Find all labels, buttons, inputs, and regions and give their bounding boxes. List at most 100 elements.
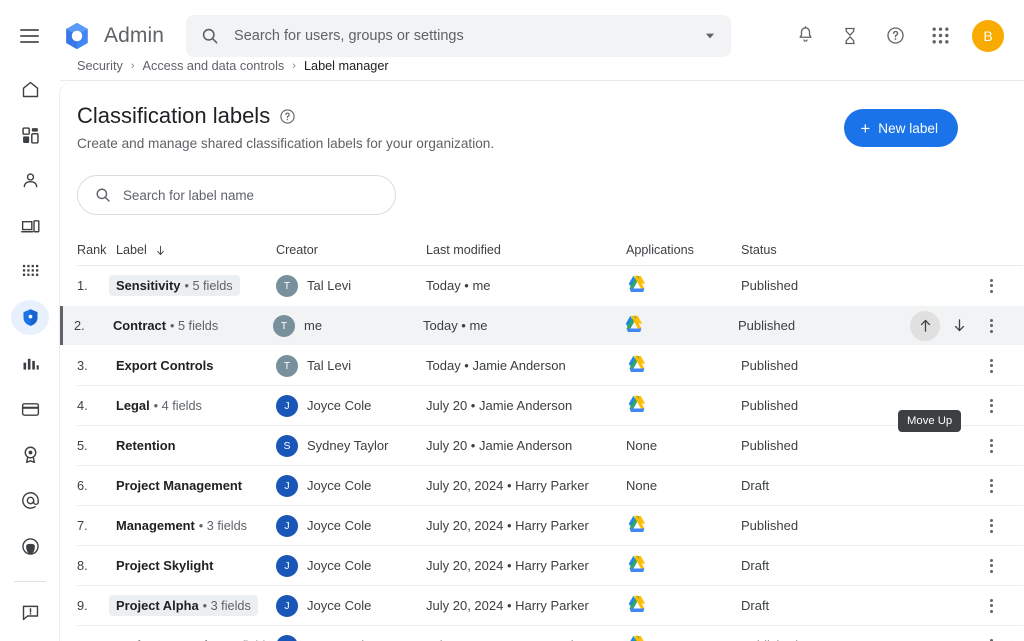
row-status-cell: Draft <box>741 598 891 613</box>
column-header-status[interactable]: Status <box>741 243 891 257</box>
row-label-cell: Project Yosemite• 4 fields <box>116 635 276 641</box>
row-more-options-button[interactable] <box>978 273 1004 299</box>
at-sign-icon <box>21 491 39 509</box>
help-circle-icon[interactable] <box>880 21 910 51</box>
label-search-input[interactable] <box>123 187 379 203</box>
row-more-options-button[interactable] <box>978 553 1004 579</box>
table-row[interactable]: 5. Retention S Sydney Taylor July 20 • Jamie… <box>60 426 1024 465</box>
table-row[interactable]: 2. Contract • 5 fields Tme Today • me Publish… <box>60 306 1024 345</box>
page-title: Classification labels <box>77 103 271 128</box>
move-up-tooltip: Move Up <box>898 410 962 432</box>
row-more-options-button[interactable] <box>978 593 1004 619</box>
global-search-box[interactable] <box>186 14 732 57</box>
row-more-options-button[interactable] <box>978 433 1004 459</box>
column-header-label-text: Label <box>116 243 147 257</box>
row-actions-cell <box>891 593 1024 619</box>
status-badge: Published <box>741 518 799 533</box>
table-row[interactable]: 7. Management • 3 fields J Joyce Cole July 20… <box>60 506 1024 545</box>
last-modified-text: July 20 • Jamie Anderson <box>426 398 573 413</box>
google-drive-icon <box>628 275 646 292</box>
table-row[interactable]: 8. Project Skylight J Joyce Cole July 20, 20… <box>60 546 1024 585</box>
new-label-button[interactable]: + New label <box>844 109 958 147</box>
column-header-creator[interactable]: Creator <box>276 243 426 257</box>
creator-name: me <box>304 318 323 333</box>
move-up-button[interactable] <box>910 310 940 341</box>
row-more-options-button[interactable] <box>978 633 1004 641</box>
last-modified-text: Today • me <box>426 278 491 293</box>
sidebar-item-apps[interactable] <box>11 255 49 290</box>
sidebar-item-directory[interactable] <box>11 163 49 198</box>
row-label-cell: Project Management <box>116 475 276 496</box>
row-more-options-button[interactable] <box>978 513 1004 539</box>
row-applications-cell <box>626 274 741 297</box>
table-row[interactable]: 10.Project Yosemite• 4 fieldsJJoyce Cole… <box>60 626 1024 641</box>
row-more-options-button[interactable] <box>978 393 1004 419</box>
hourglass-icon[interactable] <box>835 21 865 51</box>
row-applications-cell: None <box>626 438 741 453</box>
avatar: J <box>276 594 298 617</box>
table-row[interactable]: 4. Legal • 4 fields J Joyce Cole July 20 • Ja… <box>60 386 1024 425</box>
sidebar-item-send-feedback[interactable] <box>11 595 49 630</box>
label-name: Management <box>116 518 195 533</box>
last-modified-text: July 20 • Jamie Anderson <box>426 438 573 453</box>
status-badge: Published <box>741 278 799 293</box>
sidebar-item-security[interactable] <box>11 300 49 336</box>
row-actions-cell <box>891 273 1024 299</box>
label-chip: Retention <box>109 435 182 456</box>
table-row[interactable]: 1. Sensitivity • 5 fields T Tal Levi Today • … <box>60 266 1024 305</box>
row-more-options-button[interactable] <box>978 353 1004 379</box>
column-header-last-modified[interactable]: Last modified <box>426 243 626 257</box>
row-more-options-button[interactable] <box>978 473 1004 499</box>
move-down-button[interactable] <box>944 311 974 341</box>
creator-name: Joyce Cole <box>307 518 372 533</box>
label-name: Retention <box>116 438 176 453</box>
row-creator-cell: J Joyce Cole <box>276 514 426 537</box>
label-name: Project Alpha <box>116 598 199 613</box>
page-header: Classification labels Create and manage … <box>60 81 1024 151</box>
avatar[interactable]: B <box>972 19 1004 52</box>
sidebar-item-devices[interactable] <box>11 209 49 244</box>
table-row[interactable]: 3. Export Controls T Tal Levi Today • Jamie … <box>60 346 1024 385</box>
label-search-box[interactable] <box>77 175 396 215</box>
column-header-applications[interactable]: Applications <box>626 243 741 257</box>
global-search-input[interactable] <box>234 27 704 44</box>
last-modified-text: July 20, 2024 • Harry Parker <box>426 558 589 573</box>
sidebar-item-billing[interactable] <box>11 392 49 427</box>
row-last-modified-cell: July 20, 2024 • Harry Parker <box>426 518 626 533</box>
search-icon <box>96 188 110 202</box>
column-header-rank[interactable]: Rank <box>77 243 116 257</box>
sidebar-item-chrome[interactable] <box>11 529 49 564</box>
sidebar-item-reporting[interactable] <box>11 346 49 381</box>
help-circle-icon[interactable] <box>279 108 296 125</box>
row-label-cell: Contract • 5 fields <box>113 315 273 336</box>
breadcrumb-item-access-and-data-controls[interactable]: Access and data controls <box>143 59 285 73</box>
sidebar-item-home[interactable] <box>11 72 49 107</box>
status-badge: Published <box>741 358 799 373</box>
table-row[interactable]: 6. Project Management J Joyce Cole July 20, … <box>60 466 1024 505</box>
row-label-cell: Project Skylight <box>116 555 276 576</box>
breadcrumb-current-label-manager: Label manager <box>303 59 389 73</box>
table-row[interactable]: 9. Project Alpha • 3 fields J Joyce Cole July… <box>60 586 1024 625</box>
column-header-label[interactable]: Label <box>116 243 276 257</box>
top-bar-icons: B <box>790 19 1008 52</box>
hamburger-icon[interactable] <box>20 24 44 48</box>
search-icon <box>202 28 218 43</box>
chevron-down-icon[interactable] <box>703 29 717 43</box>
row-label-cell: Legal • 4 fields <box>116 395 276 416</box>
apps-grid-icon[interactable] <box>925 21 955 51</box>
google-drive-icon <box>625 315 643 332</box>
brand[interactable]: Admin <box>62 21 164 51</box>
creator-name: Sydney Taylor <box>307 438 389 453</box>
row-applications-cell <box>626 594 741 617</box>
home-icon <box>22 81 38 98</box>
dashboard-icon <box>21 126 39 144</box>
sidebar-item-rules[interactable] <box>11 483 49 518</box>
row-more-options-button[interactable] <box>978 313 1004 339</box>
google-drive-icon <box>628 555 646 572</box>
sidebar-item-dashboard[interactable] <box>11 118 49 153</box>
sidebar-item-account[interactable] <box>11 437 49 472</box>
row-actions-cell <box>891 433 1024 459</box>
row-label-cell: Retention <box>116 435 276 456</box>
breadcrumb-item-security[interactable]: Security <box>77 59 123 73</box>
notifications-bell-icon[interactable] <box>790 21 820 51</box>
